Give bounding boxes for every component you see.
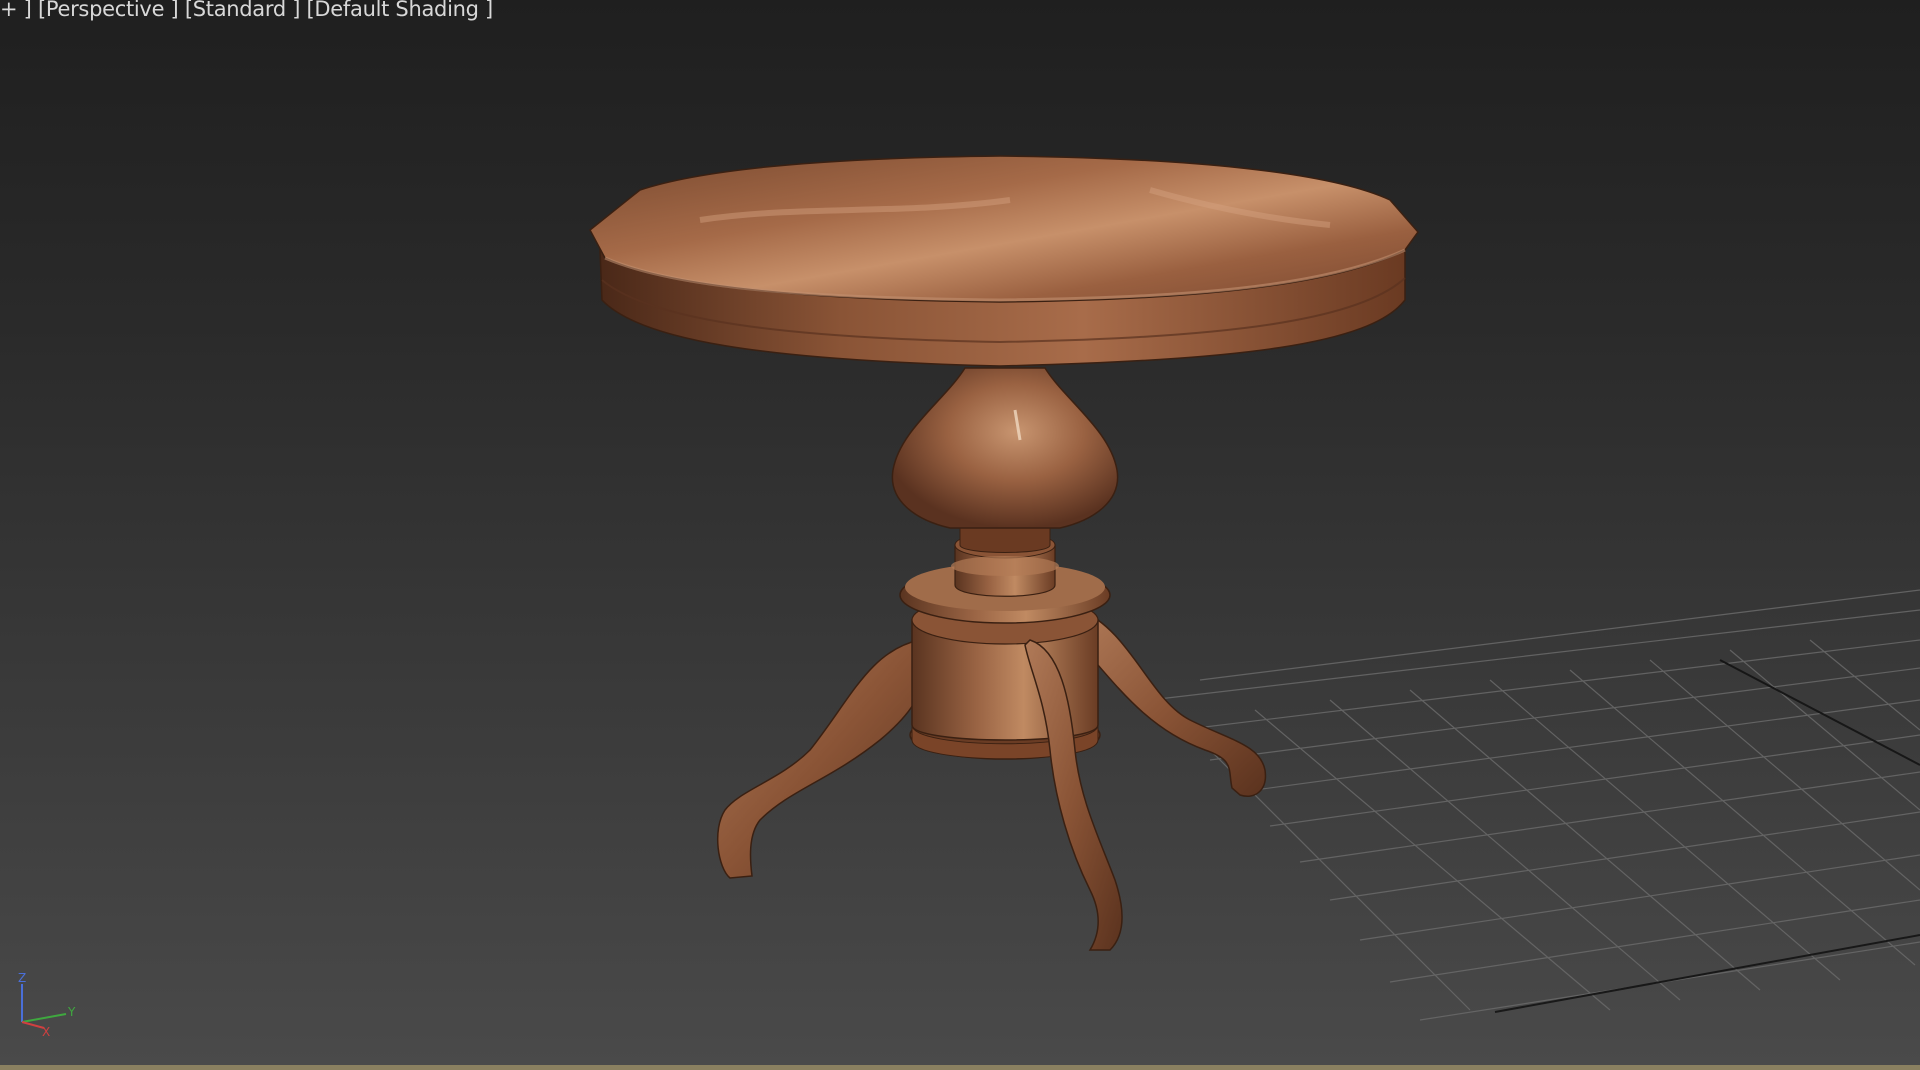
axis-gizmo: Z Y X xyxy=(18,971,76,1036)
z-axis-label: Z xyxy=(18,971,26,985)
perspective-viewport[interactable]: + ] [Perspective ] [Standard ] [Default … xyxy=(0,0,1920,1070)
table-leg-left xyxy=(717,639,927,879)
pedestal-vase xyxy=(891,367,1119,529)
scene-render[interactable] xyxy=(0,0,1920,1070)
x-axis-label: X xyxy=(42,1025,50,1036)
grid-floor xyxy=(1149,589,1920,1021)
viewport-view-label[interactable]: [Perspective ] xyxy=(38,0,179,21)
x-axis-line xyxy=(21,1021,45,1029)
table-leg-back-right xyxy=(1079,608,1267,797)
viewport-label-bar: + ] [Perspective ] [Standard ] [Default … xyxy=(0,0,493,21)
viewport-camera-label[interactable]: [Standard ] xyxy=(185,0,301,21)
viewport-bottom-border xyxy=(0,1065,1920,1070)
y-axis-label: Y xyxy=(67,1005,76,1019)
y-axis-line xyxy=(21,1013,67,1023)
viewport-plus-menu[interactable]: + ] xyxy=(0,0,32,21)
viewport-shading-label[interactable]: [Default Shading ] xyxy=(307,0,494,21)
